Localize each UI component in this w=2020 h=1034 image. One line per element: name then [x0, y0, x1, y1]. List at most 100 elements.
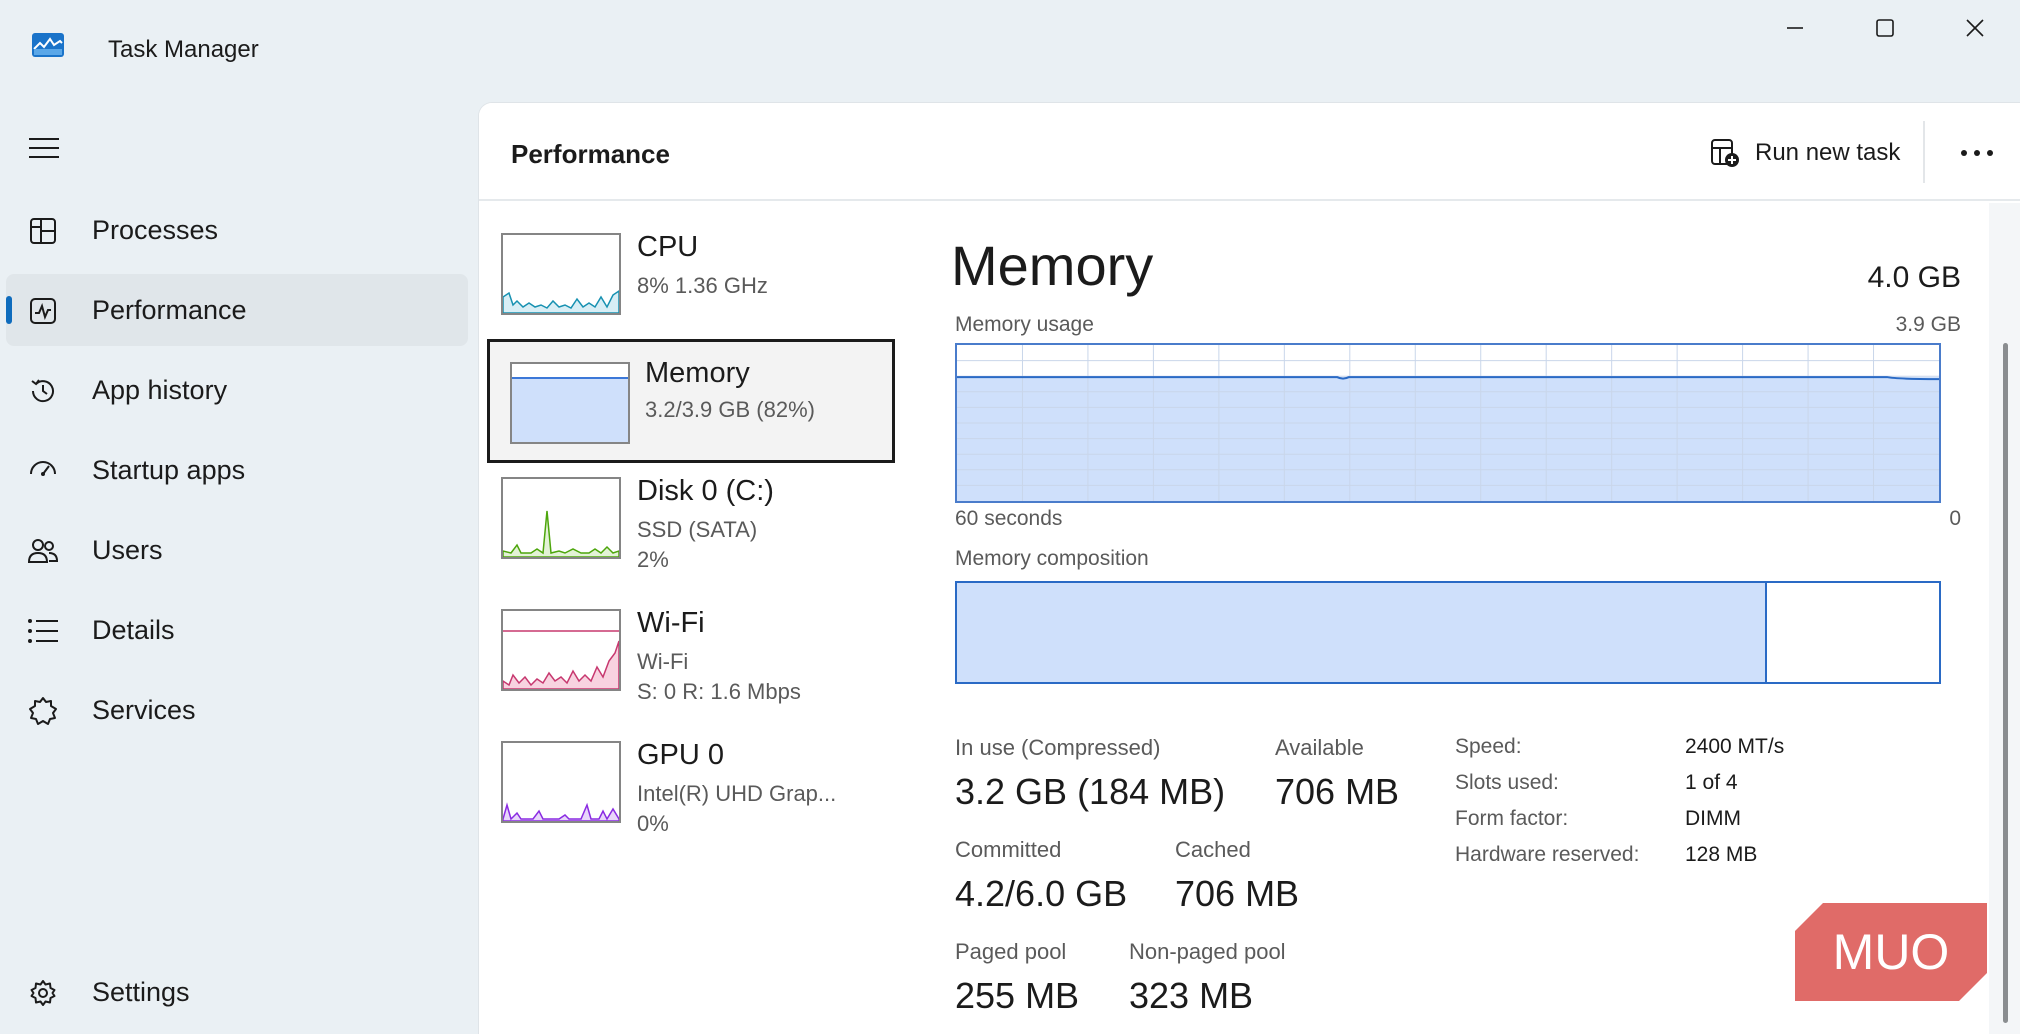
device-detail: 3.2/3.9 GB (82%) [645, 397, 815, 422]
main-panel: Performance Run new task CPU 8% 1.36 GHz [478, 102, 2020, 1034]
sidebar-item-settings[interactable]: Settings [6, 956, 468, 1028]
memory-usage-graph [955, 343, 1941, 503]
sidebar-item-startup-apps[interactable]: Startup apps [6, 434, 468, 506]
cached-value: 706 MB [1175, 873, 1300, 914]
time-end-label: 0 [1949, 507, 1961, 530]
sidebar-item-label: Details [92, 614, 175, 645]
non-paged-pool-label: Non-paged pool [1129, 939, 1286, 964]
memory-usage-plot [957, 345, 1940, 501]
more-options-button[interactable] [1947, 127, 2007, 179]
spec-form-factor-value: DIMM [1685, 807, 1741, 830]
spec-hardware-reserved-value: 128 MB [1685, 843, 1758, 866]
memory-total: 4.0 GB [1867, 261, 1961, 294]
title-bar: Task Manager [0, 0, 2020, 100]
page-title: Performance [511, 139, 670, 169]
device-memory[interactable]: Memory 3.2/3.9 GB (82%) [487, 339, 895, 463]
sidebar-item-label: Startup apps [92, 454, 246, 485]
time-window-label: 60 seconds [955, 507, 1063, 530]
device-detail: S: 0 R: 1.6 Mbps [637, 679, 801, 704]
close-icon [1966, 19, 1984, 37]
committed-label: Committed [955, 837, 1062, 862]
device-detail: Intel(R) UHD Grap... [637, 781, 837, 806]
disk-thumbnail-graph [501, 477, 621, 559]
gpu-thumbnail-graph [501, 741, 621, 823]
in-use-label: In use (Compressed) [955, 735, 1161, 760]
startup-icon [26, 454, 60, 488]
run-new-task-button[interactable]: Run new task [1697, 127, 1912, 179]
disk-sparkline [503, 510, 619, 557]
services-icon [26, 694, 60, 728]
composition-in-use [957, 583, 1768, 682]
cpu-thumbnail-graph [501, 233, 621, 315]
memory-sparkline [512, 377, 628, 442]
sidebar-item-users[interactable]: Users [6, 514, 468, 586]
sidebar-item-label: Services [92, 694, 196, 725]
hamburger-menu-button[interactable] [24, 130, 64, 166]
details-icon [26, 614, 60, 648]
sidebar-item-performance[interactable]: Performance [6, 274, 468, 346]
run-task-icon [1711, 139, 1739, 167]
sidebar-item-details[interactable]: Details [6, 594, 468, 666]
cached-label: Cached [1175, 837, 1251, 862]
paged-pool-value: 255 MB [955, 975, 1080, 1016]
gpu-sparkline [503, 802, 619, 821]
sidebar-item-label: App history [92, 374, 228, 405]
sidebar-item-services[interactable]: Services [6, 674, 468, 746]
device-detail: SSD (SATA) [637, 517, 758, 542]
minimize-button[interactable] [1750, 0, 1840, 56]
device-name: Memory [645, 357, 750, 389]
watermark-text: MUO [1833, 924, 1950, 980]
committed-value: 4.2/6.0 GB [955, 873, 1128, 914]
scrollbar-thumb[interactable] [2003, 343, 2008, 1023]
close-button[interactable] [1930, 0, 2020, 56]
non-paged-pool-value: 323 MB [1129, 975, 1254, 1016]
sidebar-item-label: Processes [92, 214, 219, 245]
wifi-sparkline [503, 630, 619, 689]
maximize-button[interactable] [1840, 0, 1930, 56]
device-name: Disk 0 (C:) [637, 475, 774, 507]
device-detail: Wi-Fi [637, 649, 689, 674]
spec-slots-key: Slots used: [1455, 771, 1559, 794]
page-header: Performance Run new task [479, 103, 2020, 201]
memory-usage-max: 3.9 GB [1895, 313, 1961, 336]
sidebar-item-label: Settings [92, 976, 190, 1007]
device-cpu[interactable]: CPU 8% 1.36 GHz [487, 221, 895, 345]
gear-icon [26, 976, 60, 1010]
in-use-value: 3.2 GB (184 MB) [955, 771, 1226, 812]
device-name: GPU 0 [637, 739, 725, 771]
maximize-icon [1876, 19, 1894, 37]
cpu-sparkline [503, 290, 619, 313]
spec-form-factor-key: Form factor: [1455, 807, 1569, 830]
hamburger-icon [29, 138, 59, 158]
minimize-icon [1787, 27, 1803, 29]
device-detail: 2% [637, 547, 669, 572]
memory-thumbnail-graph [510, 362, 630, 444]
active-indicator [6, 296, 12, 324]
device-detail: 8% 1.36 GHz [637, 273, 768, 298]
sidebar-item-processes[interactable]: Processes [6, 194, 468, 266]
device-detail: 0% [637, 811, 669, 836]
processes-icon [26, 214, 60, 248]
paged-pool-label: Paged pool [955, 939, 1067, 964]
device-disk[interactable]: Disk 0 (C:) SSD (SATA) 2% [487, 465, 895, 589]
device-name: CPU [637, 231, 699, 263]
device-name: Wi-Fi [637, 607, 705, 639]
device-gpu[interactable]: GPU 0 Intel(R) UHD Grap... 0% [487, 729, 895, 853]
spec-slots-value: 1 of 4 [1685, 771, 1738, 794]
spec-hardware-reserved-key: Hardware reserved: [1455, 843, 1640, 866]
memory-composition-bar [955, 581, 1941, 684]
users-icon [26, 534, 60, 568]
available-label: Available [1275, 735, 1364, 760]
memory-composition-label: Memory composition [955, 547, 1149, 570]
device-wifi[interactable]: Wi-Fi Wi-Fi S: 0 R: 1.6 Mbps [487, 597, 895, 721]
sidebar-item-label: Performance [92, 294, 247, 325]
sidebar-item-app-history[interactable]: App history [6, 354, 468, 426]
app-title: Task Manager [108, 36, 259, 63]
sidebar-item-label: Users [92, 534, 163, 565]
memory-heading: Memory [951, 234, 1154, 297]
run-task-label: Run new task [1755, 139, 1901, 166]
task-manager-icon [32, 33, 64, 57]
scrollbar[interactable] [1989, 203, 2020, 1034]
wifi-thumbnail-graph [501, 609, 621, 691]
spec-speed-key: Speed: [1455, 735, 1522, 758]
